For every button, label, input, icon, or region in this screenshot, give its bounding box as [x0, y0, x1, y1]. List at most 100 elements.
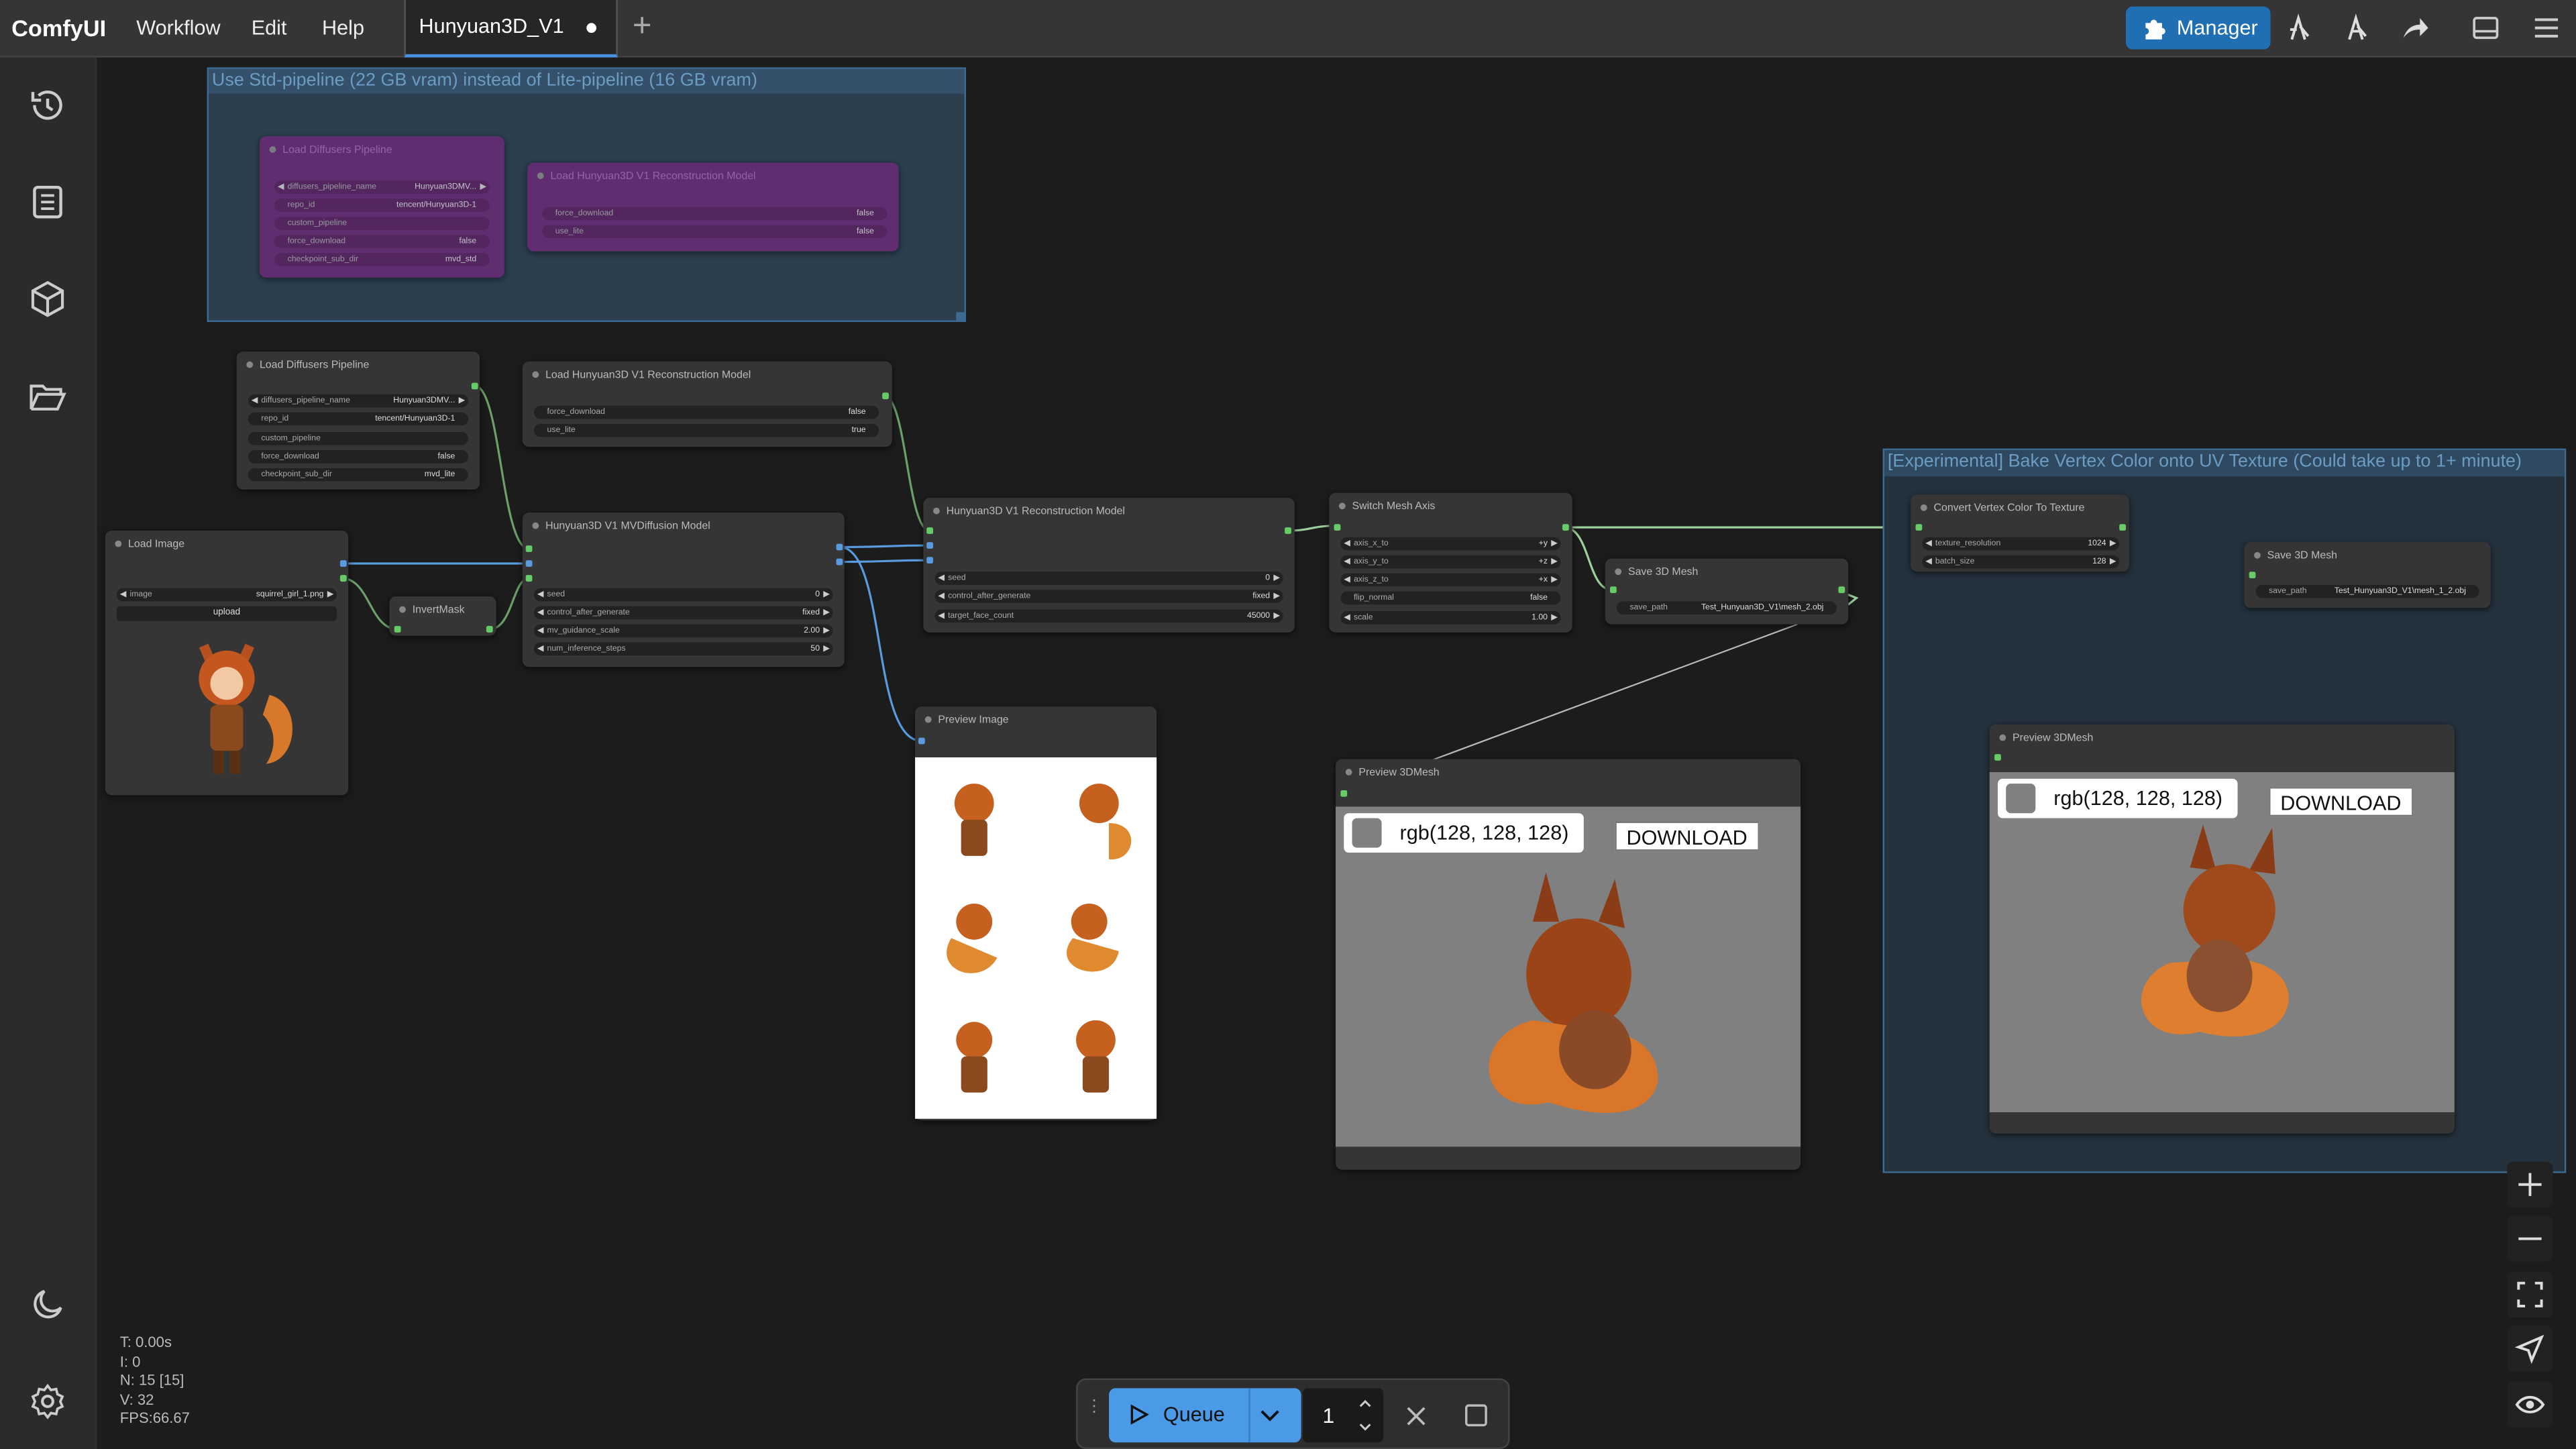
queue-button[interactable]: Queue — [1109, 1388, 1301, 1443]
input-slot-mesh[interactable] — [1334, 524, 1341, 531]
widget-mv-guidance-scale[interactable]: mv_guidance_scale 2.00 — [533, 624, 833, 638]
toggle-links-button[interactable] — [2507, 1381, 2553, 1428]
widget-use-lite[interactable]: use_lite false — [542, 225, 888, 239]
widget-force-download[interactable]: force_download false — [274, 235, 490, 248]
node-mvdiffusion-model[interactable]: Hunyuan3D V1 MVDiffusion Model seed 0 con… — [522, 513, 845, 667]
output-slot-mesh[interactable] — [1562, 524, 1569, 531]
output-slot[interactable] — [471, 382, 478, 390]
input-slot-model[interactable] — [926, 527, 934, 534]
widget-checkpoint-sub-dir[interactable]: checkpoint_sub_dir mvd_lite — [248, 468, 468, 482]
widget-batch-size[interactable]: batch_size 128 — [1922, 555, 2120, 569]
widget-target-face-count[interactable]: target_face_count 45000 — [934, 609, 1283, 623]
input-slot-mesh[interactable] — [2249, 572, 2256, 579]
muted-node-load-diffusers[interactable]: Load Diffusers Pipeline diffusers_pipeli… — [259, 136, 504, 278]
input-slot-mesh-path[interactable] — [1340, 790, 1348, 797]
input-slot-condition[interactable] — [926, 557, 934, 564]
widget-num-inference-steps[interactable]: num_inference_steps 50 — [533, 642, 833, 656]
input-slot-mesh-path[interactable] — [1994, 754, 2001, 761]
node-title: Load Hunyuan3D V1 Reconstruction Model — [527, 162, 898, 189]
select-mode-button[interactable] — [2507, 1326, 2553, 1372]
input-slot-images[interactable] — [918, 737, 925, 745]
download-button[interactable]: DOWNLOAD — [2269, 787, 2413, 817]
input-slot-mask[interactable] — [525, 575, 533, 582]
input-slot-images[interactable] — [926, 542, 934, 549]
widget-custom-pipeline[interactable]: custom_pipeline — [274, 217, 490, 230]
input-slot-mesh[interactable] — [1610, 586, 1617, 594]
widget-seed[interactable]: seed 0 — [533, 588, 833, 602]
node-preview-3dmesh[interactable]: Preview 3DMesh rgb(128, 128, 128) DOWNLO… — [1336, 759, 1801, 1170]
download-button[interactable]: DOWNLOAD — [1615, 821, 1759, 851]
batch-count-stepper[interactable]: 1 — [1303, 1388, 1384, 1443]
node-reconstruction-model[interactable]: Hunyuan3D V1 Reconstruction Model seed0 … — [923, 498, 1295, 633]
node-save-3d-mesh-baked[interactable]: Save 3D Mesh save_path Test_Hunyuan3D_V1\… — [2244, 542, 2491, 608]
node-invert-mask[interactable]: InvertMask — [389, 596, 496, 636]
output-slot[interactable] — [486, 626, 493, 633]
output-slot-mesh[interactable] — [1285, 527, 1291, 534]
fit-view-button[interactable] — [2507, 1271, 2553, 1318]
widget-label: force_download — [261, 451, 319, 462]
output-slot-mask[interactable] — [339, 575, 347, 582]
input-slot[interactable] — [394, 626, 401, 633]
widget-repo-id[interactable]: repo_id tencent/Hunyuan3D-1 — [274, 199, 490, 212]
widget-control-after-generate[interactable]: control_after_generate fixed — [934, 590, 1283, 603]
input-slot-mesh[interactable] — [1915, 524, 1923, 531]
color-swatch — [2006, 784, 2036, 814]
widget-texture-resolution[interactable]: texture_resolution 1024 — [1922, 537, 2120, 551]
widget-repo-id[interactable]: repo_id tencent/Hunyuan3D-1 — [248, 412, 468, 426]
widget-flip-normal[interactable]: flip_normal false — [1340, 591, 1561, 605]
output-slot[interactable] — [882, 392, 889, 400]
widget-control-after-generate[interactable]: control_after_generate fixed — [533, 606, 833, 620]
widget-checkpoint-sub-dir[interactable]: checkpoint_sub_dir mvd_std — [274, 253, 490, 266]
widget-value: mvd_lite — [424, 470, 455, 480]
widget-diffusers-pipeline-name[interactable]: diffusers_pipeline_name Hunyuan3DMV... — [274, 180, 490, 194]
widget-scale[interactable]: scale 1.00 — [1340, 611, 1561, 625]
output-slot-image[interactable] — [339, 560, 347, 567]
chevron-down-icon[interactable] — [1258, 1405, 1281, 1428]
widget-force-download[interactable]: force_download false — [248, 450, 468, 464]
node-convert-vertex-color[interactable]: Convert Vertex Color To Texture texture_… — [1911, 494, 2129, 572]
widget-save-path[interactable]: save_path Test_Hunyuan3D_V1\mesh_1_2.obj — [2255, 584, 2479, 598]
widget-value: 0 — [815, 590, 820, 600]
background-color-picker[interactable]: rgb(128, 128, 128) — [1997, 778, 2238, 818]
input-slot-pipeline[interactable] — [525, 545, 533, 552]
decrement-chevron-down-icon[interactable] — [1357, 1419, 1373, 1436]
3d-mesh-render — [1489, 872, 1658, 1114]
cancel-x-icon[interactable] — [1405, 1405, 1428, 1428]
widget-custom-pipeline[interactable]: custom_pipeline — [248, 432, 468, 445]
widget-use-lite[interactable]: use_lite true — [533, 423, 879, 437]
3d-viewport[interactable]: rgb(128, 128, 128) DOWNLOAD — [1989, 772, 2455, 1112]
node-load-recon-model[interactable]: Load Hunyuan3D V1 Reconstruction Model f… — [522, 361, 892, 447]
node-switch-mesh-axis[interactable]: Switch Mesh Axis axis_x_to +y axis_y_to +z… — [1329, 492, 1572, 633]
widget-diffusers-pipeline-name[interactable]: diffusers_pipeline_name Hunyuan3DMV... — [248, 394, 468, 408]
output-slot-mesh[interactable] — [2119, 524, 2127, 531]
widget-value: true — [851, 425, 866, 435]
background-color-picker[interactable]: rgb(128, 128, 128) — [1344, 813, 1584, 853]
node-preview-3dmesh-baked[interactable]: Preview 3DMesh rgb(128, 128, 128) DOWNLO… — [1989, 724, 2455, 1134]
zoom-in-button[interactable] — [2507, 1161, 2553, 1208]
widget-force-download[interactable]: force_download false — [542, 207, 888, 221]
node-load-image[interactable]: Load Image image squirrel_girl_1.png uplo… — [105, 531, 349, 796]
input-slot-image[interactable] — [525, 560, 533, 567]
increment-chevron-up-icon[interactable] — [1357, 1395, 1373, 1411]
widget-image-select[interactable]: image squirrel_girl_1.png — [116, 588, 337, 602]
output-slot-condition[interactable] — [836, 558, 843, 566]
zoom-out-button[interactable] — [2507, 1216, 2553, 1262]
widget-seed[interactable]: seed 0 — [934, 572, 1283, 585]
output-slot-images[interactable] — [836, 543, 843, 551]
node-load-diffusers-pipeline[interactable]: Load Diffusers Pipeline diffusers_pipeli… — [236, 352, 480, 490]
node-title: Save 3D Mesh — [2244, 542, 2490, 568]
3d-viewport[interactable]: rgb(128, 128, 128) DOWNLOAD — [1336, 806, 1801, 1147]
widget-save-path[interactable]: save_path Test_Hunyuan3D_V1\mesh_2.obj — [1616, 601, 1837, 614]
stop-square-icon[interactable] — [1464, 1403, 1489, 1428]
output-slot-path[interactable] — [1838, 586, 1845, 594]
widget-axis-y-to[interactable]: axis_y_to +z — [1340, 555, 1561, 569]
node-save-3d-mesh[interactable]: Save 3D Mesh save_path Test_Hunyuan3D_V1\… — [1605, 558, 1849, 625]
drag-handle-icon[interactable]: ⋮ — [1086, 1399, 1102, 1426]
widget-value: +x — [1538, 575, 1548, 585]
widget-force-download[interactable]: force_download false — [533, 405, 879, 419]
node-preview-image[interactable]: Preview Image — [915, 706, 1157, 1121]
muted-node-load-recon[interactable]: Load Hunyuan3D V1 Reconstruction Model f… — [527, 162, 899, 252]
widget-axis-x-to[interactable]: axis_x_to +y — [1340, 537, 1561, 551]
widget-axis-z-to[interactable]: axis_z_to +x — [1340, 573, 1561, 587]
upload-button[interactable]: upload — [116, 606, 337, 621]
